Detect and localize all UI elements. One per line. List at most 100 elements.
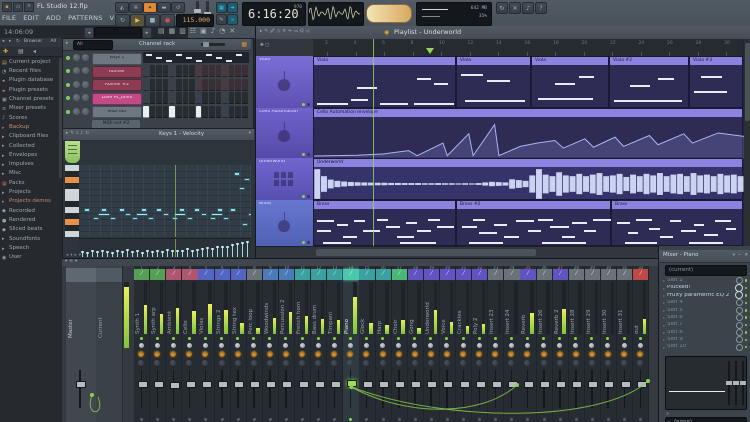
step-cell[interactable] xyxy=(235,65,241,78)
strip-pan-knob[interactable] xyxy=(637,343,643,348)
strip-sep-knob[interactable] xyxy=(379,351,386,357)
browser-tree-item[interactable]: ≡ Mixer presets xyxy=(0,104,62,113)
mixer-strip[interactable]: 23 ⁄ Insert 23 xyxy=(488,266,505,422)
plugin-slot[interactable]: ▸ Slot 9 xyxy=(661,336,749,344)
fader-cap[interactable] xyxy=(76,381,86,388)
strip-stereo-knob[interactable] xyxy=(621,360,628,366)
fader-cap[interactable] xyxy=(153,381,164,389)
strip-stereo-knob[interactable] xyxy=(282,360,289,366)
note[interactable] xyxy=(118,208,125,212)
fader-cap[interactable] xyxy=(201,380,212,388)
loop-record-button[interactable]: ↺ xyxy=(171,2,185,13)
strip-link-led[interactable] xyxy=(156,418,160,421)
strip-pan-knob[interactable] xyxy=(428,343,434,348)
strip-sep-knob[interactable] xyxy=(588,351,595,357)
strip-sep-knob[interactable] xyxy=(395,351,402,357)
channel-name-button[interactable]: MIDI out xyxy=(92,106,142,119)
note[interactable] xyxy=(125,212,132,217)
strip-mute-led[interactable] xyxy=(171,337,175,340)
strip-pan-knob[interactable] xyxy=(170,343,176,348)
step-cell[interactable] xyxy=(176,78,182,91)
step-cell[interactable] xyxy=(156,92,162,105)
strip-link-led[interactable] xyxy=(284,418,288,421)
velocity-stem[interactable] xyxy=(222,246,223,257)
fader-cap[interactable] xyxy=(234,381,245,389)
fader-cap[interactable] xyxy=(620,381,631,389)
note[interactable] xyxy=(84,208,91,212)
browser-tree-item[interactable]: ▸ Collected xyxy=(0,142,62,151)
note[interactable] xyxy=(132,216,139,221)
strip-header[interactable]: ⁄ xyxy=(536,269,552,280)
strip-pan-knob[interactable] xyxy=(460,343,466,348)
browser-tree-item[interactable]: ▸ Soundfonts xyxy=(0,235,62,244)
strip-stereo-knob[interactable] xyxy=(299,360,306,366)
strip-sep-knob[interactable] xyxy=(218,351,225,357)
mixer-strip[interactable]: 2 ⁄ Synth arp xyxy=(150,266,167,422)
strip-sep-knob[interactable] xyxy=(621,351,628,357)
mixer-strip[interactable]: 21 ⁄ Crackles xyxy=(456,266,473,422)
strip-stereo-knob[interactable] xyxy=(460,360,467,366)
strip-link-led[interactable] xyxy=(268,418,272,421)
step-cell[interactable] xyxy=(189,78,195,91)
piano-key[interactable] xyxy=(65,165,79,171)
strip-link-led[interactable] xyxy=(510,418,514,421)
fader-cap[interactable] xyxy=(137,381,148,389)
mixer-strip[interactable]: 3 ⁄ Ambient xyxy=(166,266,183,422)
strip-mute-led[interactable] xyxy=(252,337,256,340)
strip-header[interactable]: ⁄ xyxy=(568,269,584,280)
note[interactable] xyxy=(194,208,201,212)
pianoroll-grid[interactable] xyxy=(79,165,251,237)
rack-menu-icon[interactable]: ▸ xyxy=(66,41,68,47)
track-lane[interactable]: Viola Viola Viola Viola #2 Viola #3 xyxy=(313,56,743,108)
strip-sep-knob[interactable] xyxy=(540,351,547,357)
channel-enable-led[interactable] xyxy=(66,69,70,74)
piano-key[interactable] xyxy=(65,207,79,213)
mixer-strip[interactable]: 17 ⁄ Choir xyxy=(391,266,408,422)
menu-item[interactable]: EDIT xyxy=(23,14,39,22)
strip-link-led[interactable] xyxy=(140,418,144,421)
plugin-slot[interactable]: ▸ Slot 4 xyxy=(661,299,749,307)
step-cell[interactable] xyxy=(176,92,182,105)
step-cell[interactable] xyxy=(169,92,175,105)
strip-sep-knob[interactable] xyxy=(315,351,322,357)
velocity-stem[interactable] xyxy=(157,251,158,257)
step-cell[interactable] xyxy=(182,92,189,105)
step-cell[interactable] xyxy=(222,78,228,91)
strip-mute-led[interactable] xyxy=(155,337,159,340)
fader-cap[interactable] xyxy=(523,381,534,389)
channel-name-button[interactable]: Runner xyxy=(92,65,142,78)
strip-stereo-knob[interactable] xyxy=(395,360,402,366)
strip-stereo-knob[interactable] xyxy=(492,360,499,366)
stop-button[interactable]: ■ xyxy=(145,14,160,27)
strip-link-led[interactable] xyxy=(252,418,256,421)
strip-header[interactable]: ⁄ xyxy=(439,269,456,280)
strip-sep-knob[interactable] xyxy=(443,351,450,357)
browser-refresh-icon[interactable]: ↻ xyxy=(16,39,20,45)
step-cell[interactable] xyxy=(228,92,235,105)
track-mute-led[interactable] xyxy=(302,195,305,198)
velocity-stem[interactable] xyxy=(202,249,203,257)
mixer-current-strip[interactable]: Current xyxy=(96,266,123,422)
strip-stereo-knob[interactable] xyxy=(202,360,209,366)
slot-enable-led[interactable] xyxy=(744,286,747,290)
fader-track[interactable] xyxy=(462,370,465,408)
step-cell[interactable] xyxy=(189,105,195,118)
strip-header[interactable]: ⁄ xyxy=(134,269,150,280)
fader-cap[interactable] xyxy=(314,381,325,389)
eq-band-slider[interactable] xyxy=(733,361,739,405)
strip-sep-knob[interactable] xyxy=(556,351,563,357)
strip-header[interactable]: ⁄ xyxy=(600,269,617,280)
note[interactable] xyxy=(135,212,148,217)
browser-tree-item[interactable]: ● Rendered xyxy=(0,216,62,225)
track-header[interactable]: Cello Automation xyxy=(256,108,314,158)
slot-enable-led[interactable] xyxy=(744,316,747,319)
strip-link-led[interactable] xyxy=(397,418,401,421)
step-cell[interactable] xyxy=(162,105,169,118)
piano-key[interactable] xyxy=(65,225,79,231)
mixer-strip[interactable]: 13 ⁄ Timpani xyxy=(327,266,344,422)
strip-stereo-knob[interactable] xyxy=(540,360,547,366)
fader-cap[interactable] xyxy=(250,381,261,389)
strip-pan-knob[interactable] xyxy=(589,343,595,348)
slot-mix-knob[interactable] xyxy=(735,328,743,336)
slot-enable-led[interactable] xyxy=(744,338,747,342)
